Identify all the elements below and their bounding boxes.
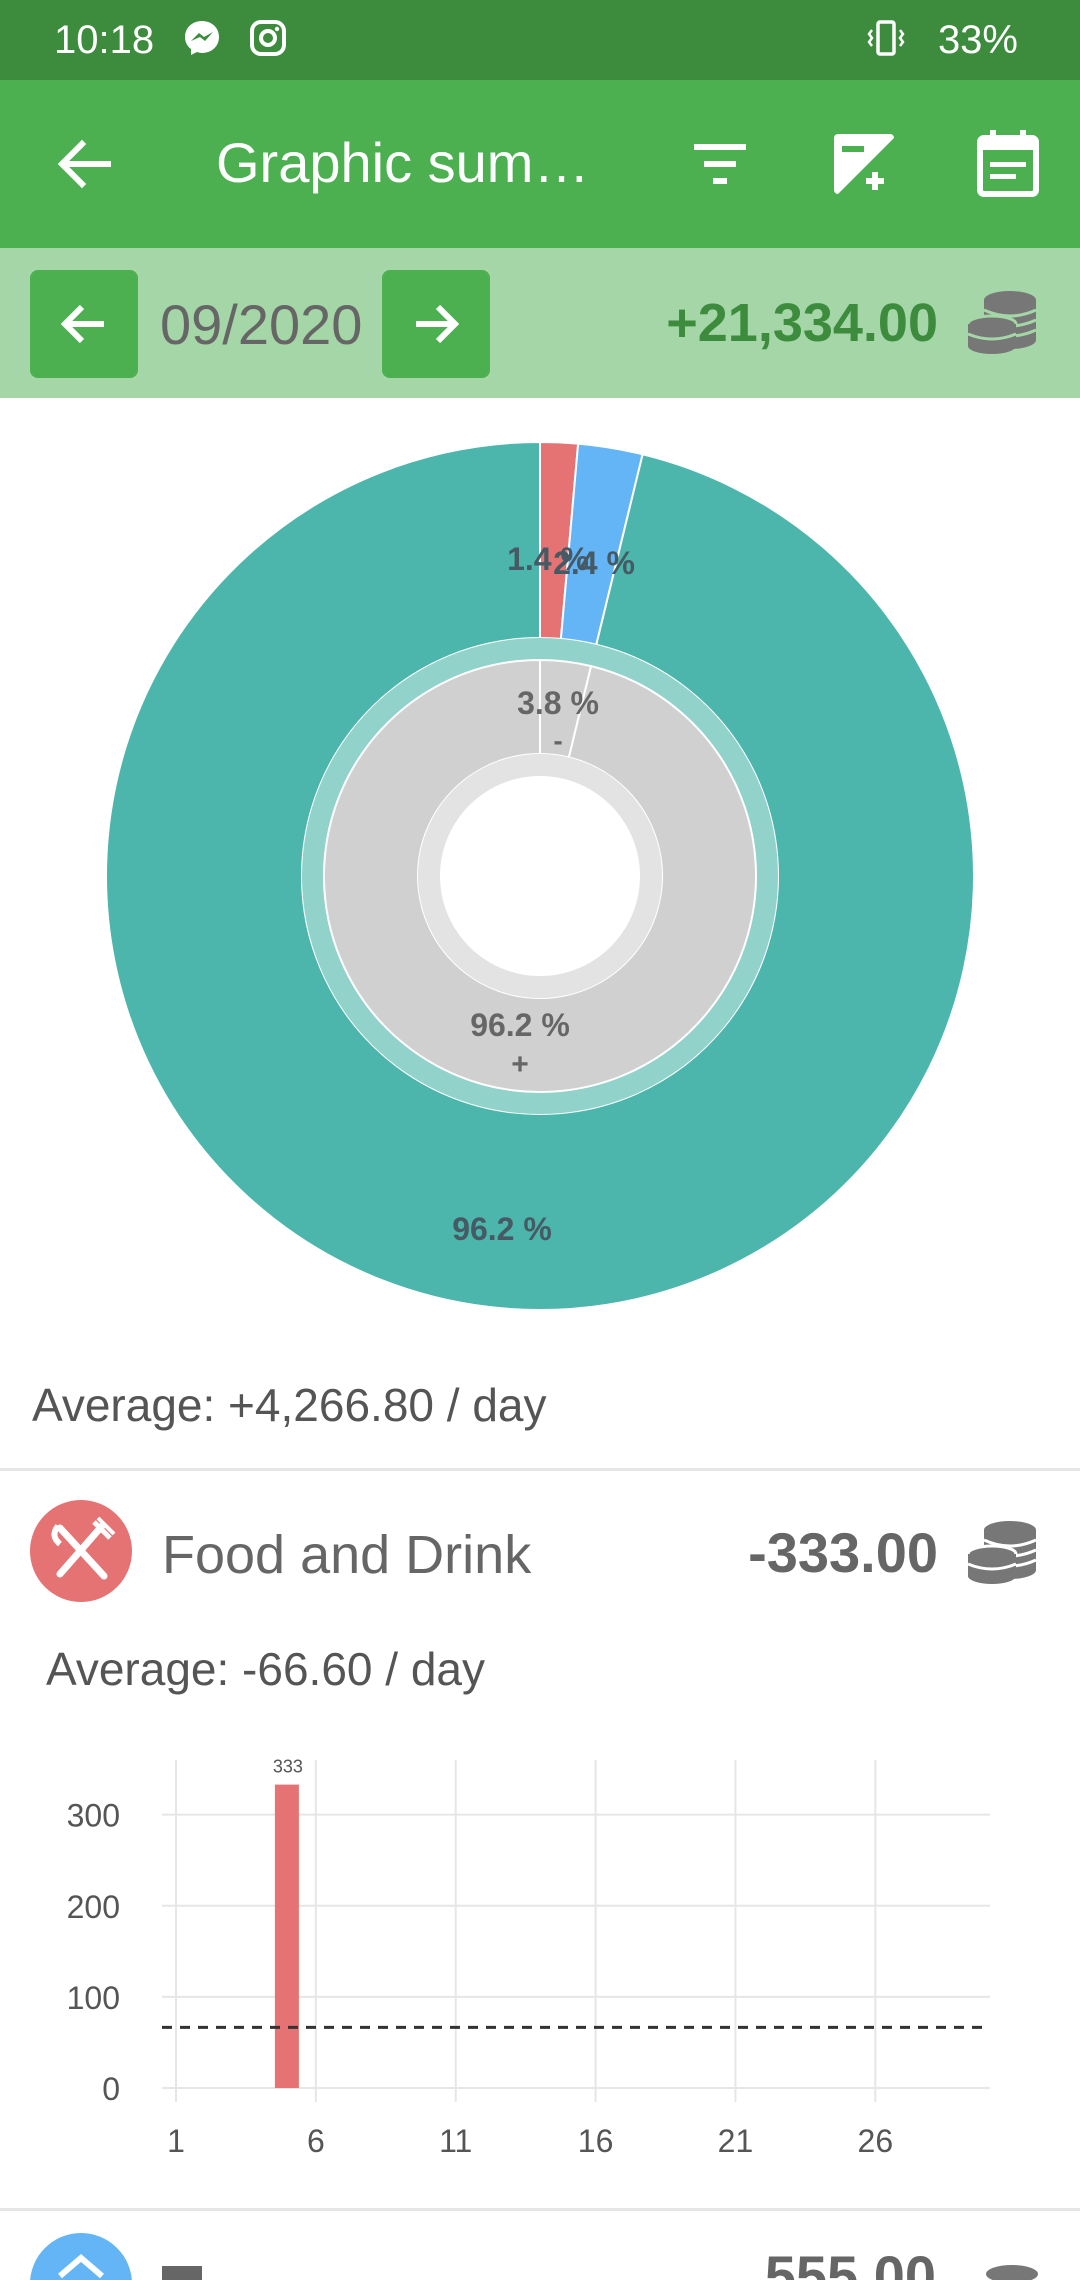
x-tick-label: 6: [307, 2123, 325, 2159]
y-tick-label: 200: [67, 1889, 120, 1925]
inner-slice-label-0: 3.8 %: [517, 685, 599, 721]
next-month-button[interactable]: [382, 270, 490, 378]
category-pie-chart: 1.4 % 2.4 % 96.2 % 3.8 % -96.2 % +: [0, 398, 1080, 1328]
divider: [0, 1468, 1080, 1471]
x-tick-label: 26: [858, 2123, 894, 2159]
calendar-icon[interactable]: [970, 126, 1046, 202]
x-tick-label: 21: [718, 2123, 754, 2159]
battery-level: 33%: [937, 18, 1018, 62]
fork-knife-icon: [51, 1516, 116, 1580]
exposure-add-icon[interactable]: [826, 126, 902, 202]
pie-chart-svg: 1.4 %2.4 %96.2 %3.8 %-96.2 %+: [105, 440, 975, 1311]
bar-chart-svg: 1 6 11 16 21 260100200300333: [67, 1757, 990, 2159]
back-arrow-icon[interactable]: [46, 126, 122, 202]
x-tick-label: 11: [439, 2123, 472, 2159]
category-name[interactable]: Food and Drink: [162, 1524, 531, 1586]
outer-slice-label-1: 2.4 %: [553, 545, 635, 581]
coins-icon: [966, 291, 1037, 354]
inner-slice-label-1: 96.2 %: [470, 1007, 570, 1043]
coins-icon: [966, 1521, 1037, 1584]
page-title: Graphic summ…: [216, 131, 616, 194]
inner-slice-sign-1: +: [511, 1048, 529, 1081]
outer-slice-label-2: 96.2 %: [452, 1211, 552, 1247]
status-bar: 10:18 33%: [0, 0, 1080, 80]
period-total: +21,334.00: [666, 293, 938, 353]
category-average-per-day: Average: -66.60 / day: [46, 1643, 485, 1695]
next-category-svg: 555.00: [30, 2233, 1038, 2280]
category-total: -333.00: [748, 1521, 938, 1584]
filter-icon[interactable]: [682, 126, 758, 202]
next-category-name-fragment: [162, 2266, 202, 2280]
y-tick-label: 300: [67, 1798, 120, 1834]
category-icon[interactable]: [30, 1500, 132, 1602]
daily-bar-chart: 1 6 11 16 21 26 0 100 200 300 333: [0, 1740, 1080, 2170]
vibrate-icon: [867, 20, 905, 56]
next-category-row[interactable]: 555.00: [0, 2200, 1080, 2280]
donut-hole: [440, 776, 640, 976]
next-arrow-icon: [416, 304, 460, 344]
bar-value-label: 333: [273, 1757, 303, 1777]
instagram-icon: [250, 20, 286, 56]
previous-month-button[interactable]: [30, 270, 138, 378]
period-bar: 09/2020 +21,334.00: [0, 248, 1080, 398]
y-tick-label: 0: [102, 2071, 120, 2107]
period-label: 09/2020: [160, 293, 363, 356]
y-tick-label: 100: [67, 1980, 120, 2016]
x-tick-label: 16: [578, 2123, 614, 2159]
inner-slice-sign-0: -: [553, 725, 562, 756]
average-per-day: Average: +4,266.80 / day: [32, 1379, 547, 1431]
coins-icon: [986, 2265, 1038, 2280]
next-category-total: 555.00: [765, 2244, 936, 2280]
bar: [274, 1784, 299, 2088]
app-bar: Graphic summ…: [0, 80, 1080, 248]
x-tick-label: 1: [167, 2123, 185, 2159]
prev-arrow-icon: [60, 304, 104, 344]
status-time: 10:18: [54, 18, 155, 62]
messenger-icon: [185, 21, 219, 55]
